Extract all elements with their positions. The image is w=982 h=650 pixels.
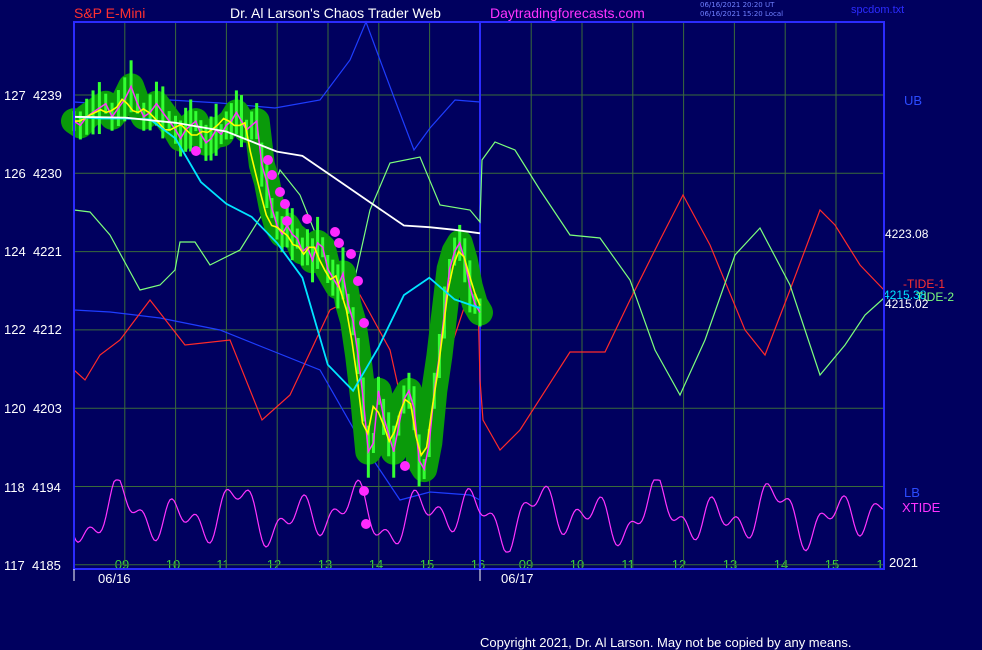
grid xyxy=(74,22,884,569)
x-hour-label: 10 xyxy=(165,557,181,572)
y-tick-label: 122 4212 xyxy=(4,322,62,337)
price-glow-band xyxy=(61,73,493,483)
turn-marker xyxy=(282,216,292,226)
price-line xyxy=(73,84,481,472)
x-hour-label: 16 xyxy=(470,557,486,572)
xtide-label: XTIDE xyxy=(902,500,941,515)
turn-marker xyxy=(267,170,277,180)
x-hour-label: 13 xyxy=(317,557,333,572)
x-hour-label: 09 xyxy=(114,557,130,572)
x-hour-label: 09 xyxy=(518,557,534,572)
upper-band-line xyxy=(73,20,481,152)
x-hour-label: 13 xyxy=(722,557,738,572)
chart-frame xyxy=(73,21,885,581)
turn-marker xyxy=(263,155,273,165)
turn-marker xyxy=(361,519,371,529)
long-avg-value-label: 4223.08 xyxy=(885,227,929,241)
date-label: 06/17 xyxy=(501,571,534,586)
date-label: 06/16 xyxy=(98,571,131,586)
chart-title: Dr. Al Larson's Chaos Trader Web xyxy=(230,5,441,21)
turn-marker xyxy=(275,187,285,197)
turn-marker xyxy=(334,238,344,248)
timestamp-ut: 06/16/2021 20:20 UT xyxy=(700,1,775,9)
turn-marker xyxy=(359,318,369,328)
turn-marker xyxy=(359,486,369,496)
timestamp-local: 06/16/2021 15:20 Local xyxy=(700,10,784,18)
turn-marker xyxy=(400,461,410,471)
turn-marker xyxy=(346,249,356,259)
last-price-label: 4215.02 xyxy=(885,297,929,311)
fast-average-line xyxy=(74,98,481,458)
lb-label: LB xyxy=(904,485,920,500)
x-hour-label: 12 xyxy=(671,557,687,572)
year-label: 2021 xyxy=(889,555,918,570)
turn-marker xyxy=(280,199,290,209)
y-tick-label: 127 4239 xyxy=(4,88,62,103)
chart xyxy=(61,20,885,581)
y-tick-label: 124 4221 xyxy=(4,244,62,259)
y-tick-label: 117 4185 xyxy=(4,558,61,573)
symbol-label: S&P E-Mini xyxy=(74,5,146,21)
copyright-notice: Copyright 2021, Dr. Al Larson. May not b… xyxy=(480,635,852,650)
y-tick-label: 118 4194 xyxy=(4,480,61,495)
xtide-line xyxy=(73,479,885,553)
turn-marker xyxy=(330,227,340,237)
turn-marker xyxy=(302,214,312,224)
ub-label: UB xyxy=(904,93,923,108)
x-hour-label: 12 xyxy=(266,557,282,572)
tide2-line xyxy=(73,141,885,397)
slow-average-line xyxy=(73,115,481,393)
y-tick-label: 120 4203 xyxy=(4,401,62,416)
lower-band-line xyxy=(73,309,481,501)
price-series xyxy=(61,60,493,529)
tide1-line xyxy=(73,193,885,451)
y-tick-label: 126 4230 xyxy=(4,166,62,181)
turn-marker xyxy=(191,146,201,156)
data-file-label: spcdom.txt xyxy=(851,4,905,16)
average-lines xyxy=(73,98,481,458)
x-hour-label: 14 xyxy=(368,557,384,572)
site-link[interactable]: Daytradingforecasts.com xyxy=(490,5,645,21)
x-hour-label: 15 xyxy=(824,557,840,572)
turn-marker xyxy=(353,276,363,286)
plot-border xyxy=(73,21,885,570)
x-hour-label: 15 xyxy=(419,557,435,572)
x-hour-label: 11 xyxy=(621,557,635,572)
x-hour-label: 10 xyxy=(569,557,585,572)
band-lines xyxy=(73,20,481,501)
x-hour-label: 11 xyxy=(216,557,230,572)
tide-lines xyxy=(73,141,885,553)
x-hour-label: 14 xyxy=(773,557,789,572)
x-hour-label: 1 xyxy=(876,557,884,572)
long-average-line xyxy=(73,115,481,235)
